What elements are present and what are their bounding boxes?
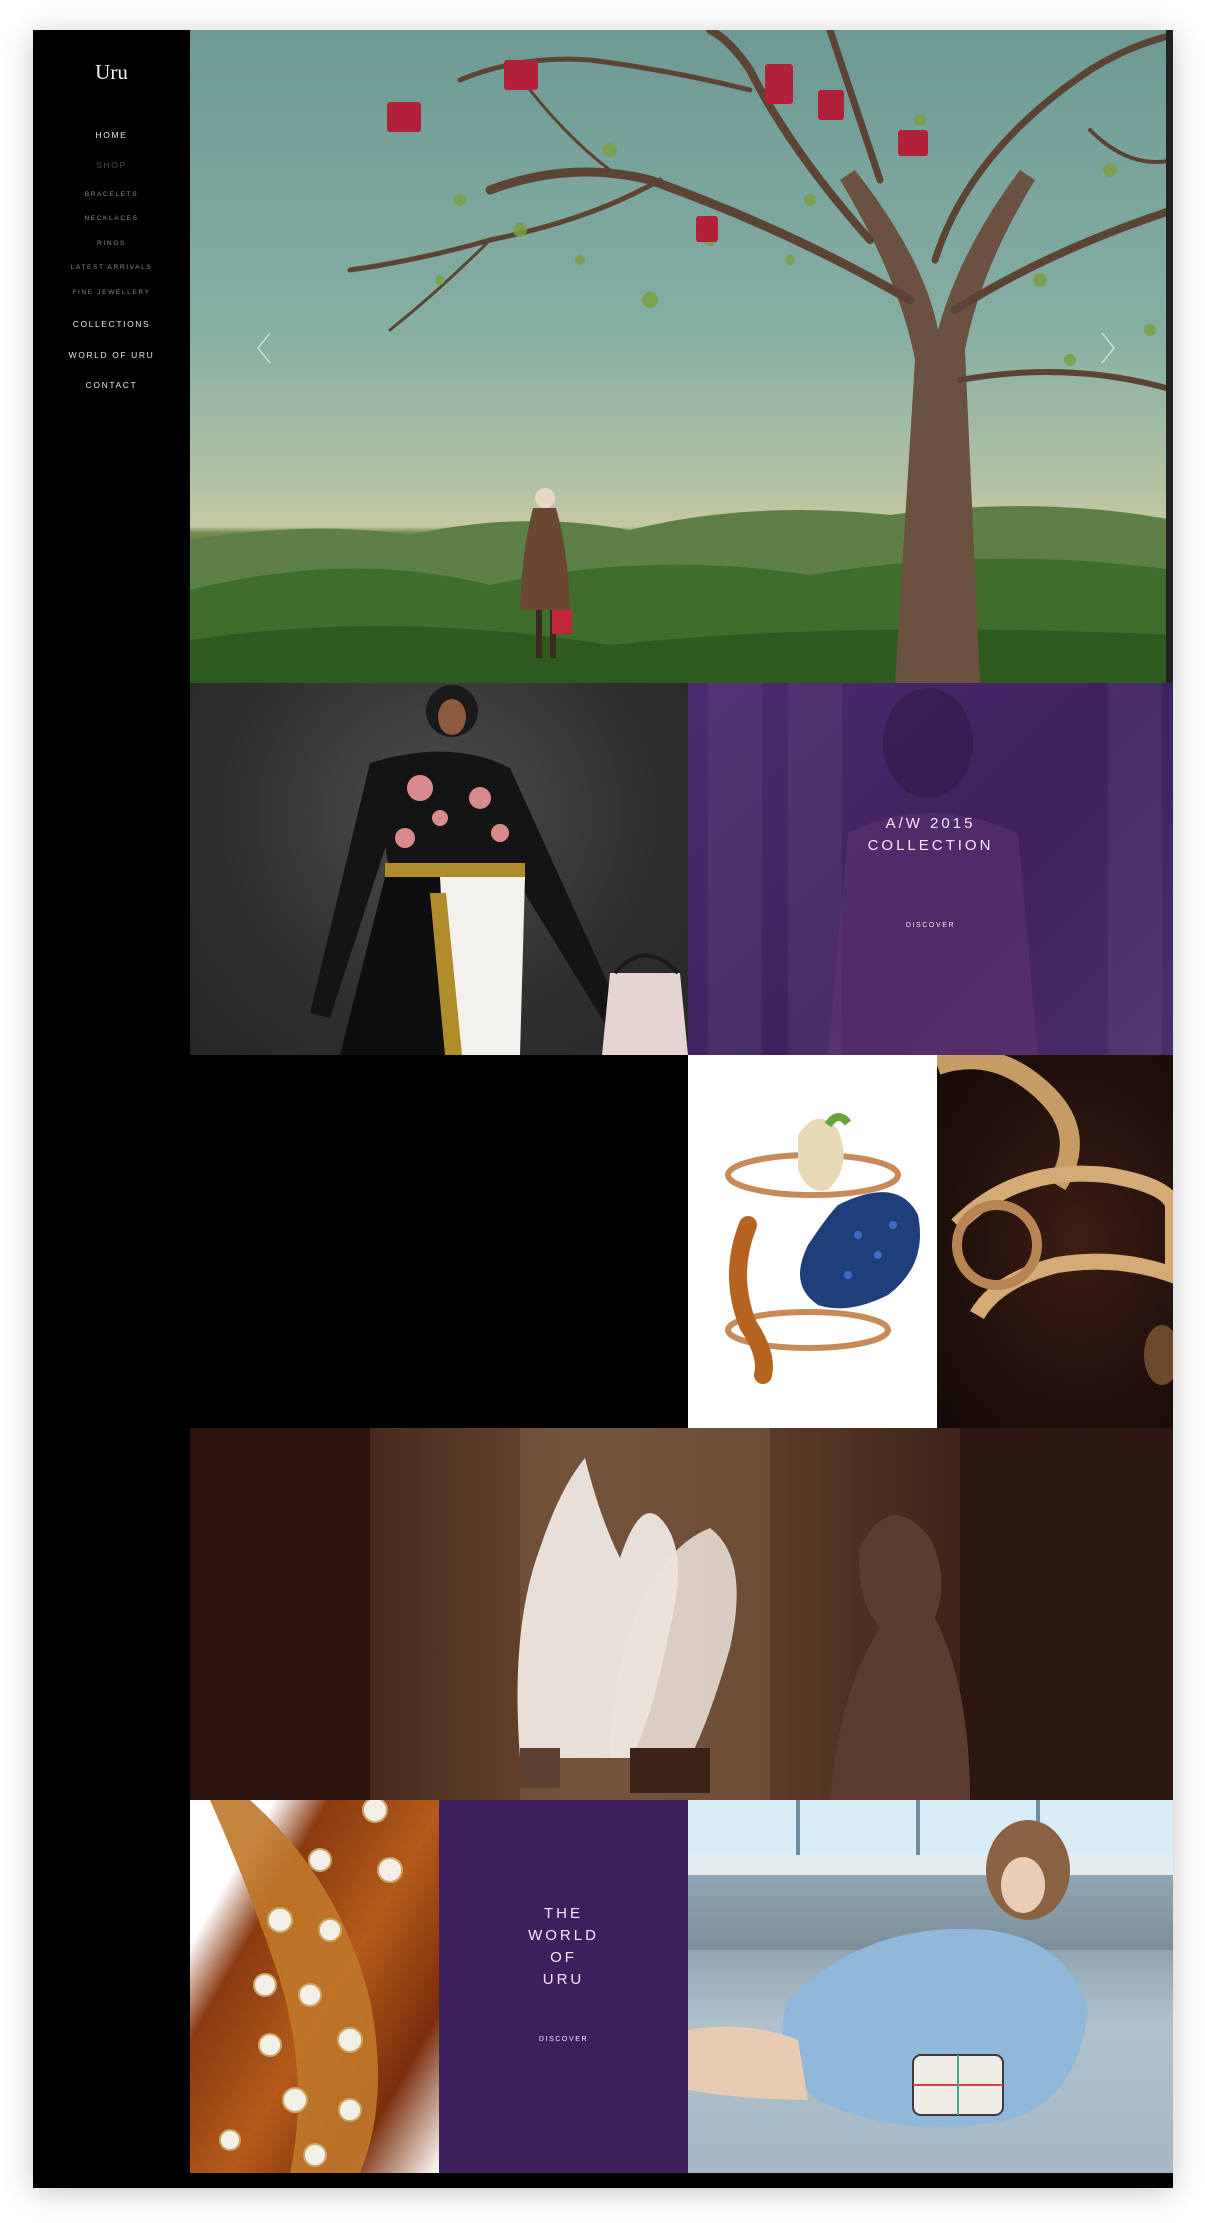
nav-shop[interactable]: Shop	[33, 160, 190, 170]
nav-latest-arrivals[interactable]: Latest Arrivals	[33, 264, 190, 271]
fashion-model-image[interactable]	[190, 683, 688, 1055]
poolside-model-image[interactable]	[688, 1800, 1173, 2173]
logo[interactable]: Uru	[33, 60, 190, 85]
nav-fine-jewellery[interactable]: Fine Jewellery	[33, 289, 190, 296]
world-of-uru-tile[interactable]: The World of Uru Discover	[439, 1800, 688, 2173]
pearl-jewellery-image[interactable]	[190, 1800, 439, 2173]
world-discover-link[interactable]: Discover	[439, 2036, 688, 2043]
chevron-left-icon	[257, 332, 271, 364]
slider-next-button[interactable]	[1096, 328, 1122, 368]
world-title-line3: of	[550, 1949, 577, 1966]
hero-edge-bar	[1166, 30, 1173, 683]
collection-title-line2: Collection	[867, 837, 994, 854]
page-frame: Uru Home Shop Bracelets Necklaces Rings …	[33, 30, 1173, 2188]
collection-tile[interactable]: A/W 2015 Collection Discover	[688, 683, 1173, 1055]
clasp-detail-image[interactable]	[937, 1055, 1173, 1428]
nav-collections[interactable]: Collections	[33, 319, 190, 329]
hero-image	[190, 30, 1173, 683]
world-title: The World of Uru	[439, 1903, 688, 1991]
nav-necklaces[interactable]: Necklaces	[33, 215, 190, 222]
collection-discover-link[interactable]: Discover	[688, 922, 1173, 929]
world-title-line1: The	[544, 1905, 583, 1922]
main-grid: A/W 2015 Collection Discover	[190, 30, 1173, 2188]
collection-title: A/W 2015 Collection	[688, 813, 1173, 857]
chevron-right-icon	[1101, 332, 1115, 364]
ring-product-image[interactable]	[688, 1055, 937, 1428]
sidebar: Uru Home Shop Bracelets Necklaces Rings …	[33, 30, 190, 2188]
nav-world-of-uru[interactable]: World of Uru	[33, 350, 190, 360]
nav-bracelets[interactable]: Bracelets	[33, 191, 190, 198]
nav-home[interactable]: Home	[33, 130, 190, 140]
hero-slider[interactable]	[190, 30, 1173, 683]
world-title-line4: Uru	[542, 1971, 585, 1988]
collection-title-line1: A/W 2015	[885, 815, 976, 832]
nav-contact[interactable]: Contact	[33, 380, 190, 390]
nav-rings[interactable]: Rings	[33, 240, 190, 247]
slider-prev-button[interactable]	[250, 328, 276, 368]
fire-scene-image[interactable]	[190, 1428, 1173, 1800]
world-title-line2: World	[528, 1927, 599, 1944]
